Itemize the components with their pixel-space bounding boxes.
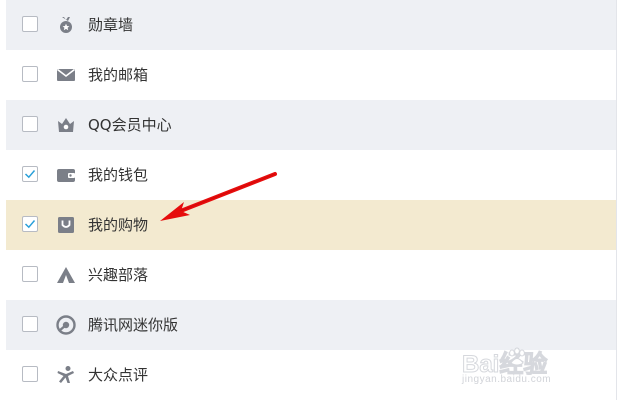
list-item-label: 勋章墙: [88, 16, 134, 34]
list-item-my-shopping[interactable]: 我的购物: [6, 200, 616, 250]
list-item-my-wallet[interactable]: 我的钱包: [6, 150, 616, 200]
checkbox[interactable]: [22, 216, 38, 232]
checkbox[interactable]: [22, 266, 38, 282]
crown-icon: [56, 115, 76, 135]
watermark-url: jingyan.baidu.com: [462, 374, 552, 385]
checkmark-icon: [24, 220, 36, 229]
list-item-tencent-mini[interactable]: 腾讯网迷你版: [6, 300, 616, 350]
list-item-label: 大众点评: [88, 366, 149, 384]
list-item-label: QQ会员中心: [88, 116, 172, 134]
medal-icon: [56, 15, 76, 35]
list-item-my-mailbox[interactable]: 我的邮箱: [6, 50, 616, 100]
checkbox[interactable]: [22, 166, 38, 182]
checkmark-icon: [24, 170, 36, 179]
mail-icon: [56, 65, 76, 85]
list-item-interest-tribe[interactable]: 兴趣部落: [6, 250, 616, 300]
list-item-label: 腾讯网迷你版: [88, 316, 179, 334]
checkbox[interactable]: [22, 16, 38, 32]
list-item-medal-wall[interactable]: 勋章墙: [6, 0, 616, 50]
list-item-label: 我的钱包: [88, 166, 149, 184]
settings-list: 勋章墙 我的邮箱 QQ会员中心 我的钱包 我的购物 兴趣部落 腾讯网迷你版 大众…: [6, 0, 617, 400]
checkbox[interactable]: [22, 116, 38, 132]
checkbox[interactable]: [22, 366, 38, 382]
checkbox[interactable]: [22, 316, 38, 332]
checkbox[interactable]: [22, 66, 38, 82]
shopping-bag-icon: [56, 215, 76, 235]
list-item-label: 我的邮箱: [88, 66, 149, 84]
wallet-icon: [56, 165, 76, 185]
tent-icon: [56, 265, 76, 285]
paw-icon: [509, 347, 525, 366]
watermark: Bai经验 jingyan.baidu.com: [461, 344, 612, 394]
tencent-news-icon: [56, 315, 76, 335]
dianping-icon: [56, 365, 76, 385]
list-item-qq-vip-center[interactable]: QQ会员中心: [6, 100, 616, 150]
list-item-label: 兴趣部落: [88, 266, 149, 284]
list-item-label: 我的购物: [88, 216, 149, 234]
